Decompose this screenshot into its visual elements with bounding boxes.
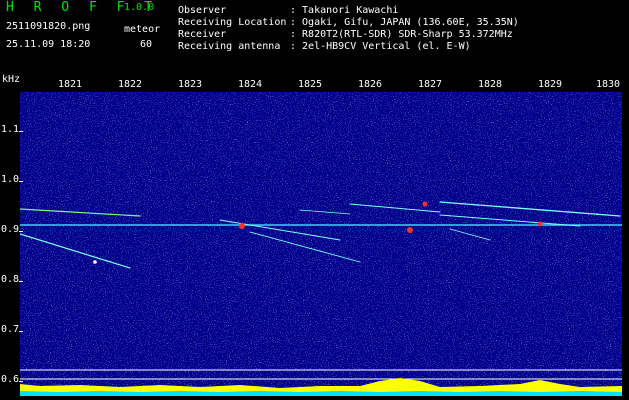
y-tick-mark — [19, 281, 23, 282]
y-tick-label: 1.0 — [1, 174, 20, 185]
y-tick-label: 1.1 — [1, 124, 20, 135]
x-tick-label: 1828 — [478, 79, 503, 90]
meteor-label: meteor — [124, 24, 161, 35]
spectrogram — [20, 92, 622, 396]
app-version: 1.0.0 — [124, 2, 155, 13]
x-tick-label: 1825 — [298, 79, 323, 90]
meteor-count: 60 — [140, 39, 153, 50]
trace-hotspot — [422, 201, 428, 207]
date-time: 25.11.09 18:20 — [6, 39, 91, 50]
trace-hotspot — [407, 227, 413, 233]
info-antenna: Receiving antenna — [178, 41, 281, 52]
x-tick-label: 1826 — [358, 79, 383, 90]
trace-hotspot — [537, 221, 543, 227]
file-name: 2511091820.png — [6, 21, 91, 32]
y-tick-label: 0.8 — [1, 274, 20, 285]
y-tick-label: 0.6 — [1, 374, 20, 385]
noise-layer — [20, 92, 622, 396]
y-tick-label: 0.9 — [1, 224, 20, 235]
info-receiver: Receiver — [178, 29, 227, 40]
trace-hotspot — [93, 260, 97, 264]
x-tick-label: 1823 — [178, 79, 203, 90]
trace-hotspot — [239, 223, 245, 229]
info-location-value: : Ogaki, Gifu, JAPAN (136.60E, 35.35N) — [290, 17, 519, 28]
x-tick-label: 1830 — [596, 79, 621, 90]
y-tick-mark — [19, 231, 23, 232]
header-panel: H R O F F T 1.0.0 2511091820.png meteor … — [0, 0, 629, 76]
y-tick-mark — [19, 181, 23, 182]
y-axis-unit: kHz — [2, 74, 21, 85]
info-antenna-value: : 2el-HB9CV Vertical (el. E-W) — [290, 41, 471, 52]
y-tick-label: 0.7 — [1, 324, 20, 335]
info-observer-value: : Takanori Kawachi — [290, 5, 399, 16]
info-location: Receiving Location — [178, 17, 287, 28]
x-tick-label: 1829 — [538, 79, 563, 90]
y-tick-mark — [19, 381, 23, 382]
x-tick-label: 1822 — [118, 79, 143, 90]
info-observer: Observer — [178, 5, 227, 16]
x-tick-label: 1824 — [238, 79, 263, 90]
x-tick-label: 1827 — [418, 79, 443, 90]
y-tick-mark — [19, 131, 23, 132]
y-tick-mark — [19, 331, 23, 332]
x-tick-label: 1821 — [58, 79, 83, 90]
info-receiver-value: : R820T2(RTL-SDR) SDR-Sharp 53.372MHz — [290, 29, 513, 40]
